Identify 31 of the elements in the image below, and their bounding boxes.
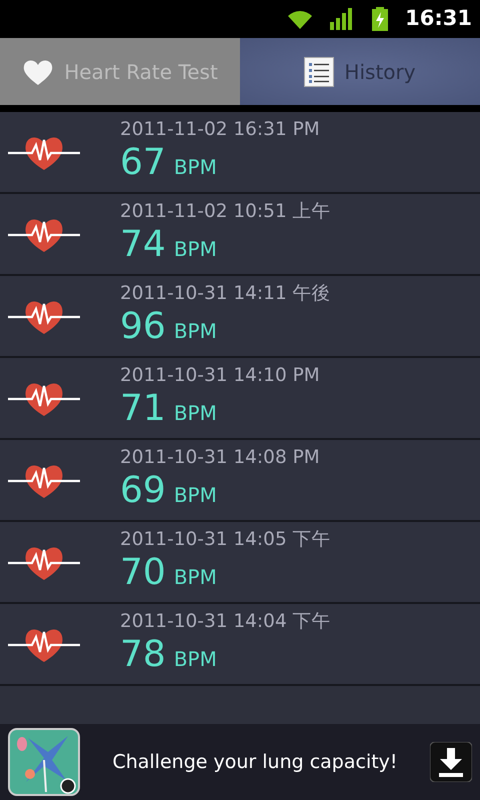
bpm-unit: BPM: [174, 318, 217, 345]
bpm-value: 70: [120, 551, 166, 595]
heart-icon: [22, 58, 54, 86]
bpm-value: 69: [120, 469, 166, 513]
bpm-unit: BPM: [174, 154, 217, 181]
bpm-unit: BPM: [174, 564, 217, 591]
bpm-value: 71: [120, 387, 166, 431]
bpm-unit: BPM: [174, 400, 217, 427]
bpm-unit: BPM: [174, 646, 217, 673]
list-icon: [304, 56, 334, 86]
date-time-text: 2011-10-31 14:04 下午: [120, 611, 331, 633]
bpm-value: 74: [120, 223, 166, 267]
date-time-text: 2011-11-02 16:31 PM: [120, 119, 320, 141]
date-time-text: 2011-10-31 14:11 午後: [120, 283, 331, 305]
bpm-unit: BPM: [174, 236, 217, 263]
bpm-value: 78: [120, 633, 166, 677]
ad-text: Challenge your lung capacity!: [112, 750, 398, 775]
date-time-text: 2011-10-31 14:08 PM: [120, 447, 320, 469]
download-button[interactable]: [430, 742, 472, 782]
bpm-unit: BPM: [174, 482, 217, 509]
clock-text: 16:31: [405, 5, 472, 32]
bpm-value: 67: [120, 141, 166, 185]
date-time-text: 2011-10-31 14:10 PM: [120, 365, 320, 387]
battery-icon: [371, 7, 390, 31]
pinwheel-icon: [8, 728, 80, 796]
download-icon: [430, 742, 472, 782]
wifi-icon: [287, 9, 314, 29]
ad-banner[interactable]: Challenge your lung capacity!: [0, 724, 480, 800]
bpm-value: 96: [120, 305, 166, 349]
date-time-text: 2011-11-02 10:51 上午: [120, 201, 331, 223]
date-time-text: 2011-10-31 14:05 下午: [120, 529, 331, 551]
